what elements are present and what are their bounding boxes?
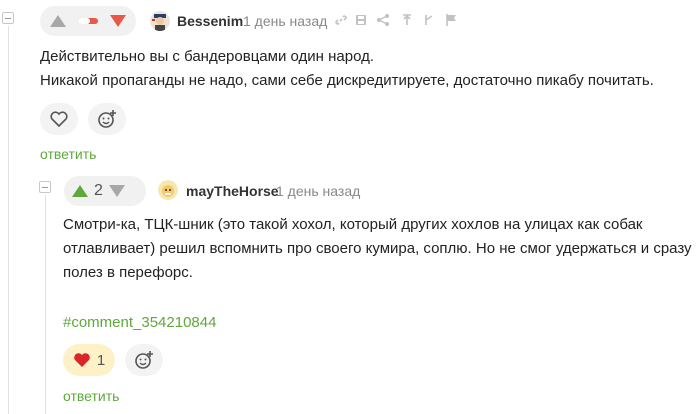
avatar[interactable] xyxy=(150,11,170,31)
downvote-icon[interactable] xyxy=(110,15,126,27)
like-button[interactable] xyxy=(40,103,78,135)
thread-line xyxy=(8,26,9,414)
collapse-thread-button[interactable] xyxy=(39,181,51,193)
comment-text-line: Смотри-ка, ТЦК-шник (это такой хохол, ко… xyxy=(63,216,643,233)
thread-line xyxy=(45,195,46,414)
comment-time[interactable]: 1 день назад xyxy=(243,13,327,29)
upvote-icon[interactable] xyxy=(50,15,66,27)
reply-link[interactable]: ответить xyxy=(40,146,96,162)
heart-icon xyxy=(74,353,90,367)
link-icon[interactable] xyxy=(334,13,348,30)
add-reaction-button[interactable] xyxy=(88,103,126,135)
branch-icon[interactable] xyxy=(422,13,436,30)
heart-icon xyxy=(50,111,68,127)
avatar[interactable] xyxy=(158,180,178,200)
comment-author[interactable]: mayTheHorse xyxy=(186,183,279,199)
vote-controls xyxy=(40,6,136,36)
emoji-add-icon xyxy=(135,351,153,369)
heart-count: 1 xyxy=(96,351,106,369)
upvote-icon[interactable] xyxy=(72,185,88,197)
rating-count: 2 xyxy=(94,182,103,199)
comment-text-line: Действительно вы с бандеровцами один нар… xyxy=(40,48,374,65)
downvote-icon[interactable] xyxy=(108,185,125,197)
comment-text-line: Никакой пропаганды не надо, сами себе ди… xyxy=(40,72,654,89)
flag-icon[interactable] xyxy=(444,13,458,30)
pin-icon[interactable] xyxy=(400,13,414,30)
comment-text-line: полез в перефорс. xyxy=(63,264,193,281)
comment-text-line: отлавливает) решил вспомнить про своего … xyxy=(63,240,692,257)
vote-controls: 2 xyxy=(64,176,146,206)
heart-reaction-button[interactable]: 1 xyxy=(63,344,115,376)
rating-bar xyxy=(78,18,98,24)
emoji-add-icon xyxy=(98,110,116,128)
reply-link[interactable]: ответить xyxy=(63,388,119,404)
add-reaction-button[interactable] xyxy=(125,344,163,376)
share-icon[interactable] xyxy=(376,13,390,30)
comment-author[interactable]: Bessenim xyxy=(177,13,243,29)
save-icon[interactable] xyxy=(354,13,368,30)
comment-hashtag-link[interactable]: #comment_354210844 xyxy=(63,314,216,331)
comment-time[interactable]: 1 день назад xyxy=(276,183,360,199)
collapse-thread-button[interactable] xyxy=(2,12,14,24)
